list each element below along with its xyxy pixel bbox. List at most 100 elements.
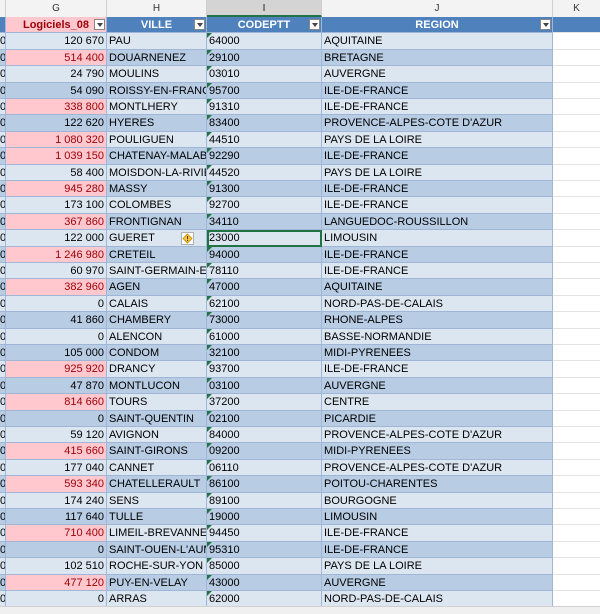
cell-logiciels[interactable]: 59 120 — [6, 427, 107, 444]
empty-cell-k[interactable] — [553, 476, 600, 493]
cell-region[interactable]: ILE-DE-FRANCE — [322, 525, 553, 542]
empty-cell-k[interactable] — [553, 181, 600, 198]
empty-cell-k[interactable] — [553, 49, 600, 67]
cell-ville[interactable]: ROCHE-SUR-YON — [107, 558, 207, 575]
empty-cell-k[interactable] — [553, 459, 600, 477]
cell-codeptt[interactable]: 92290 — [207, 148, 322, 165]
cell-codeptt[interactable]: 43000 — [207, 574, 322, 591]
cell-logiciels[interactable]: 710 400 — [6, 525, 107, 542]
cell-codeptt[interactable]: 78110 — [207, 263, 322, 280]
cell-ville[interactable]: CHATELLERAULT — [107, 476, 207, 493]
empty-cell-k[interactable] — [553, 361, 600, 378]
empty-cell-k[interactable] — [553, 591, 600, 608]
column-header-j[interactable]: J — [322, 0, 553, 17]
cell-codeptt[interactable]: 84000 — [207, 427, 322, 444]
cell-region[interactable]: BOURGOGNE — [322, 492, 553, 509]
cell-logiciels[interactable]: 945 280 — [6, 181, 107, 198]
empty-cell-k[interactable] — [553, 541, 600, 559]
cell-codeptt[interactable]: 61000 — [207, 328, 322, 345]
cell-logiciels[interactable]: 0 — [6, 328, 107, 345]
cell-logiciels[interactable]: 514 400 — [6, 49, 107, 67]
cell-codeptt[interactable]: 19000 — [207, 509, 322, 526]
cell-region[interactable]: LANGUEDOC-ROUSSILLON — [322, 213, 553, 231]
cell-region[interactable]: ILE-DE-FRANCE — [322, 181, 553, 198]
cell-codeptt[interactable]: 64000 — [207, 33, 322, 50]
cell-ville[interactable]: AGEN — [107, 279, 207, 296]
cell-ville[interactable]: ROISSY-EN-FRANCE — [107, 82, 207, 99]
cell-logiciels[interactable]: 477 120 — [6, 574, 107, 591]
cell-region[interactable]: CENTRE — [322, 394, 553, 411]
cell-codeptt[interactable]: 89100 — [207, 492, 322, 509]
cell-region[interactable]: LIMOUSIN — [322, 509, 553, 526]
header-region[interactable]: REGION — [322, 17, 553, 34]
cell-logiciels[interactable]: 173 100 — [6, 197, 107, 214]
empty-cell-k[interactable] — [553, 345, 600, 362]
cell-region[interactable]: ILE-DE-FRANCE — [322, 541, 553, 559]
cell-ville[interactable]: LIMEIL-BREVANNES — [107, 525, 207, 542]
cell-codeptt[interactable]: 03100 — [207, 377, 322, 395]
cell-codeptt[interactable]: 85000 — [207, 558, 322, 575]
active-cell-selection[interactable] — [207, 230, 322, 247]
cell-logiciels[interactable]: 120 670 — [6, 33, 107, 50]
cell-region[interactable]: AUVERGNE — [322, 66, 553, 83]
cell-codeptt[interactable]: 44510 — [207, 131, 322, 149]
cell-codeptt[interactable]: 44520 — [207, 164, 322, 181]
cell-ville[interactable]: ALENCON — [107, 328, 207, 345]
column-header-k[interactable]: K — [553, 0, 600, 17]
cell-ville[interactable]: POULIGUEN — [107, 131, 207, 149]
empty-cell-k[interactable] — [553, 17, 600, 34]
cell-region[interactable]: ILE-DE-FRANCE — [322, 197, 553, 214]
cell-region[interactable]: PROVENCE-ALPES-COTE D'AZUR — [322, 427, 553, 444]
cell-logiciels[interactable]: 415 660 — [6, 443, 107, 460]
filter-dropdown-icon[interactable] — [94, 19, 105, 30]
empty-cell-k[interactable] — [553, 213, 600, 231]
column-header-h[interactable]: H — [107, 0, 207, 17]
empty-cell-k[interactable] — [553, 164, 600, 181]
cell-codeptt[interactable]: 94450 — [207, 525, 322, 542]
cell-ville[interactable]: COLOMBES — [107, 197, 207, 214]
cell-ville[interactable]: SENS — [107, 492, 207, 509]
cell-ville[interactable]: FRONTIGNAN — [107, 213, 207, 231]
cell-logiciels[interactable]: 58 400 — [6, 164, 107, 181]
cell-logiciels[interactable]: 1 039 150 — [6, 148, 107, 165]
column-header-g[interactable]: G — [6, 0, 107, 17]
cell-logiciels[interactable]: 54 090 — [6, 82, 107, 99]
cell-region[interactable]: NORD-PAS-DE-CALAIS — [322, 295, 553, 313]
header-codeptt[interactable]: CODEPTT — [207, 17, 322, 34]
empty-cell-k[interactable] — [553, 148, 600, 165]
cell-logiciels[interactable]: 24 790 — [6, 66, 107, 83]
cell-ville[interactable]: CALAIS — [107, 295, 207, 313]
cell-logiciels[interactable]: 60 970 — [6, 263, 107, 280]
empty-cell-k[interactable] — [553, 492, 600, 509]
empty-cell-k[interactable] — [553, 558, 600, 575]
cell-codeptt[interactable]: 73000 — [207, 312, 322, 329]
cell-region[interactable]: PICARDIE — [322, 410, 553, 427]
empty-cell-k[interactable] — [553, 99, 600, 116]
cell-logiciels[interactable]: 41 860 — [6, 312, 107, 329]
cell-region[interactable]: ILE-DE-FRANCE — [322, 361, 553, 378]
cell-region[interactable]: ILE-DE-FRANCE — [322, 148, 553, 165]
cell-logiciels[interactable]: 122 620 — [6, 115, 107, 132]
empty-cell-k[interactable] — [553, 263, 600, 280]
empty-cell-k[interactable] — [553, 574, 600, 591]
empty-cell-k[interactable] — [553, 328, 600, 345]
cell-codeptt[interactable]: 91310 — [207, 99, 322, 116]
cell-region[interactable]: MIDI-PYRENEES — [322, 345, 553, 362]
cell-logiciels[interactable]: 122 000 — [6, 230, 107, 247]
empty-cell-k[interactable] — [553, 197, 600, 214]
cell-ville[interactable]: DOUARNENEZ — [107, 49, 207, 67]
cell-region[interactable]: ILE-DE-FRANCE — [322, 246, 553, 263]
empty-cell-k[interactable] — [553, 427, 600, 444]
cell-logiciels[interactable]: 0 — [6, 295, 107, 313]
cell-region[interactable]: PAYS DE LA LOIRE — [322, 558, 553, 575]
empty-cell-k[interactable] — [553, 115, 600, 132]
cell-codeptt[interactable]: 91300 — [207, 181, 322, 198]
header-logiciels[interactable]: Logiciels_08 — [6, 17, 107, 34]
empty-cell-k[interactable] — [553, 410, 600, 427]
cell-ville[interactable]: CHAMBERY — [107, 312, 207, 329]
cell-logiciels[interactable]: 367 860 — [6, 213, 107, 231]
cell-region[interactable]: PROVENCE-ALPES-COTE D'AZUR — [322, 459, 553, 477]
cell-codeptt[interactable]: 09200 — [207, 443, 322, 460]
cell-codeptt[interactable]: 83400 — [207, 115, 322, 132]
cell-ville[interactable]: SAINT-GERMAIN-EN — [107, 263, 207, 280]
